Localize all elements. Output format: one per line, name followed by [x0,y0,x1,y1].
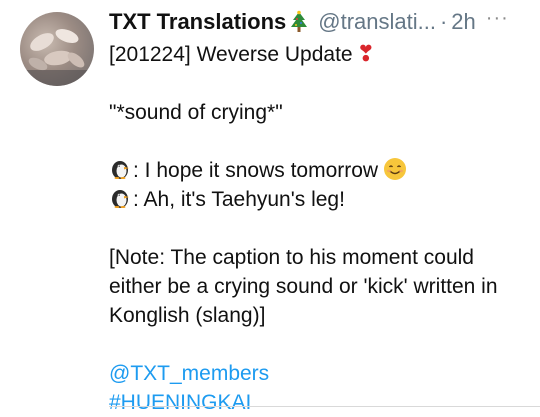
heart-exclamation-icon: ❣ [356,41,376,66]
display-name[interactable]: TXT Translations [109,7,286,37]
title-line: [201224] Weverse Update ❣ [109,39,529,69]
divider [109,406,540,407]
more-icon[interactable]: ··· [486,3,509,33]
timestamp[interactable]: 2h [451,7,475,37]
caption-text-2: : Ah, it's Taehyun's leg! [133,188,345,211]
avatar[interactable] [20,12,94,86]
title-text: [201224] Weverse Update [109,43,353,66]
caption-line-2: : Ah, it's Taehyun's leg! [109,185,529,214]
separator-dot: · [439,9,448,34]
caption-line-1: : I hope it snows tomorrow [109,156,529,185]
caption-text-1: : I hope it snows tomorrow [133,159,379,182]
tweet-text: [201224] Weverse Update ❣ "*sound of cryi… [109,39,529,417]
note-paragraph: [Note: The caption to his moment could e… [109,246,498,327]
hashtag-link[interactable]: #HUENINGKAI [109,388,529,417]
mention-link[interactable]: @TXT_members [109,359,529,388]
christmas-tree-icon [289,10,309,34]
tweet[interactable]: TXT Translations @translati... · 2h ··· … [0,0,540,414]
quote-line: "*sound of crying*" [109,101,283,124]
penguin-icon [109,158,131,180]
tweet-header: TXT Translations @translati... · 2h ··· [109,7,529,37]
penguin-icon [109,187,131,209]
handle[interactable]: @translati... [318,7,436,37]
smiling-face-icon [383,157,407,181]
